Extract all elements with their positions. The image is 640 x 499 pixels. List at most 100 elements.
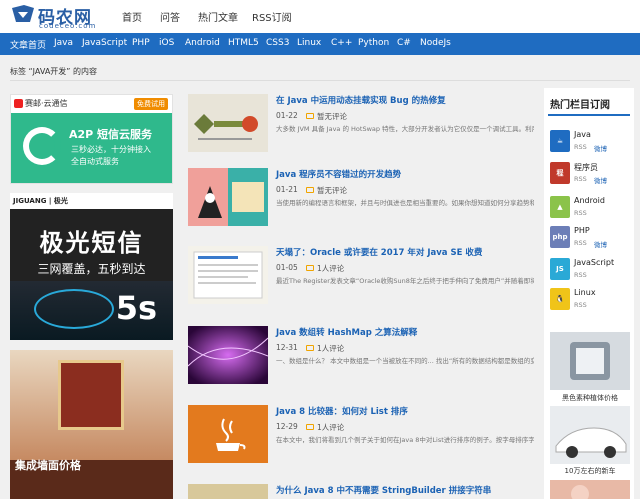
php-icon: php	[550, 226, 570, 248]
article-thumbnail[interactable]	[188, 405, 268, 463]
feed-rss-link[interactable]: RSS	[574, 175, 587, 183]
article-date: 01-22	[276, 111, 298, 120]
article-title[interactable]: Java 数组转 HashMap 之算法解释	[276, 326, 417, 338]
topnav-hot[interactable]: 热门文章	[198, 9, 238, 24]
article-item[interactable]: Java 数组转 HashMap 之算法解释 12-31 1人评论 一、数组是什…	[188, 326, 534, 394]
article-title[interactable]: Java 8 比较器：如何对 List 排序	[276, 405, 408, 417]
article-thumbnail[interactable]	[188, 246, 268, 304]
article-item[interactable]: Java 程序员不容错过的开发趋势 01-21 暂无评论 当使用新的编程语言和框…	[188, 168, 534, 236]
feed-item-php[interactable]: php PHP RSS 微博	[550, 226, 632, 258]
nav-item-javascript[interactable]: JavaScript	[82, 38, 127, 48]
article-comments[interactable]: 1人评论	[306, 343, 344, 354]
nav-item-csharp[interactable]: C#	[397, 38, 411, 48]
sidebar-ad-image[interactable]	[550, 480, 630, 499]
nav-item-php[interactable]: PHP	[132, 38, 150, 48]
article-item[interactable]: 在 Java 中运用动态挂载实现 Bug 的热修复 01-22 暂无评论 大多数…	[188, 94, 534, 162]
feed-item-android[interactable]: ▲ Android RSS	[550, 196, 632, 228]
article-summary: 当使用新的编程语言和框架，并且与时俱进也是相当重要的。如果你想知道如何分享趋势和…	[276, 199, 534, 207]
javascript-icon: JS	[550, 258, 570, 280]
article-item[interactable]: Java 8 比较器：如何对 List 排序 12-29 1人评论 在本文中，我…	[188, 405, 534, 473]
ring-icon	[23, 127, 61, 165]
ad-jiguang[interactable]: JIGUANG | 极光 极光短信 三网覆盖，五秒到达 5s	[10, 193, 173, 340]
article-comments[interactable]: 暂无评论	[306, 111, 347, 122]
feed-item-java[interactable]: ☕ Java RSS 微博	[550, 130, 632, 162]
feed-rss-link[interactable]: RSS	[574, 239, 587, 247]
article-comments-label: 1人评论	[317, 264, 345, 273]
nav-item-java[interactable]: Java	[54, 38, 73, 48]
feed-weibo-link[interactable]: 微博	[594, 143, 607, 153]
feed-rss-link[interactable]: RSS	[574, 209, 587, 217]
nav-item-ios[interactable]: iOS	[159, 38, 174, 48]
article-thumbnail[interactable]	[188, 326, 268, 384]
feed-item-programmer[interactable]: 程 程序员 RSS 微博	[550, 162, 632, 194]
article-summary: 最近The Register发表文章“Oracle收购Sun8年之后终于把手伸向…	[276, 277, 534, 285]
article-item[interactable]: 天塌了：Oracle 或许要在 2017 年对 Java SE 收费 01-05…	[188, 246, 534, 314]
comment-icon	[306, 265, 314, 271]
logo-subtext: codeceo.com	[39, 22, 97, 30]
ad1-line2: 全自动式服务	[71, 157, 119, 166]
nav-item-nodejs[interactable]: NodeJs	[420, 38, 451, 48]
programmer-icon: 程	[550, 162, 570, 184]
sidebar-ad-image[interactable]	[550, 332, 630, 390]
article-date: 01-05	[276, 263, 298, 272]
topnav-rss[interactable]: RSS订阅	[252, 9, 292, 24]
sidebar-ad-caption[interactable]: 10万左右的新车	[550, 466, 630, 476]
divider	[10, 80, 630, 81]
linux-icon: 🐧	[550, 288, 570, 310]
article-comments-label: 1人评论	[317, 423, 345, 432]
ad1-header: 赛邮·云通信 免费试用	[11, 95, 172, 113]
article-title[interactable]: 天塌了：Oracle 或许要在 2017 年对 Java SE 收费	[276, 246, 482, 258]
feed-item-javascript[interactable]: JS JavaScript RSS	[550, 258, 632, 290]
feed-rss-link[interactable]: RSS	[574, 143, 587, 151]
article-thumbnail[interactable]	[188, 484, 268, 499]
sidebar-ad-caption[interactable]: 黑色素种植体价格	[550, 393, 630, 403]
feed-name[interactable]: 程序员	[574, 162, 598, 173]
article-comments[interactable]: 暂无评论	[306, 185, 347, 196]
feed-weibo-link[interactable]: 微博	[594, 239, 607, 249]
nav-item-android[interactable]: Android	[185, 38, 220, 48]
nav-item-linux[interactable]: Linux	[297, 38, 321, 48]
article-summary: 一、数组是什么？ 本文中数组是一个当被放在不同的... 找出“所有的数据结构都是…	[276, 357, 534, 365]
ad1-brand: 赛邮·云通信	[25, 99, 68, 108]
topnav-qa[interactable]: 问答	[160, 9, 180, 24]
feed-name[interactable]: Java	[574, 130, 591, 139]
article-thumbnail[interactable]	[188, 94, 268, 152]
article-comments[interactable]: 1人评论	[306, 263, 344, 274]
site-logo[interactable]: 码农网 codeceo.com	[10, 3, 110, 31]
ad-wall-panel[interactable]: 集成墙面价格	[10, 350, 173, 499]
nav-item-html5[interactable]: HTML5	[228, 38, 259, 48]
article-title[interactable]: Java 程序员不容错过的开发趋势	[276, 168, 401, 180]
article-comments-label: 1人评论	[317, 344, 345, 353]
nav-item-articles[interactable]: 文章首页	[10, 38, 46, 51]
comment-icon	[306, 424, 314, 430]
feed-rss-link[interactable]: RSS	[574, 301, 587, 309]
article-comments-label: 暂无评论	[317, 186, 347, 195]
feed-name[interactable]: Android	[574, 196, 605, 205]
feed-item-linux[interactable]: 🐧 Linux RSS	[550, 288, 632, 320]
article-comments-label: 暂无评论	[317, 112, 347, 121]
feed-name[interactable]: PHP	[574, 226, 590, 235]
article-title[interactable]: 在 Java 中运用动态挂载实现 Bug 的热修复	[276, 94, 446, 106]
article-comments[interactable]: 1人评论	[306, 422, 344, 433]
ad-sms-cloud[interactable]: 赛邮·云通信 免费试用 A2P 短信云服务 三秒必达，十分钟接入 全自动式服务	[10, 94, 173, 184]
ad2-headline: 极光短信	[39, 229, 144, 257]
article-thumbnail[interactable]	[188, 168, 268, 226]
sidebar-ad-image[interactable]	[550, 406, 630, 464]
feed-weibo-link[interactable]: 微博	[594, 175, 607, 185]
feed-rss-link[interactable]: RSS	[574, 271, 587, 279]
feed-name[interactable]: JavaScript	[574, 258, 614, 267]
article-item[interactable]: 为什么 Java 8 中不再需要 StringBuilder 拼接字符串	[188, 484, 534, 499]
topnav-home[interactable]: 首页	[122, 9, 142, 24]
android-icon: ▲	[550, 196, 570, 218]
nav-item-cpp[interactable]: C++	[331, 38, 352, 48]
nav-item-css3[interactable]: CSS3	[266, 38, 289, 48]
ad2-badge: 5s	[115, 289, 157, 327]
article-title[interactable]: 为什么 Java 8 中不再需要 StringBuilder 拼接字符串	[276, 484, 491, 496]
ad3-panel-image	[58, 360, 124, 430]
article-date: 12-31	[276, 343, 298, 352]
ad1-line1: 三秒必达，十分钟接入	[71, 145, 151, 154]
sidebar-title-underline	[548, 114, 630, 116]
feed-name[interactable]: Linux	[574, 288, 596, 297]
nav-item-python[interactable]: Python	[358, 38, 389, 48]
free-trial-button[interactable]: 免费试用	[134, 98, 168, 110]
